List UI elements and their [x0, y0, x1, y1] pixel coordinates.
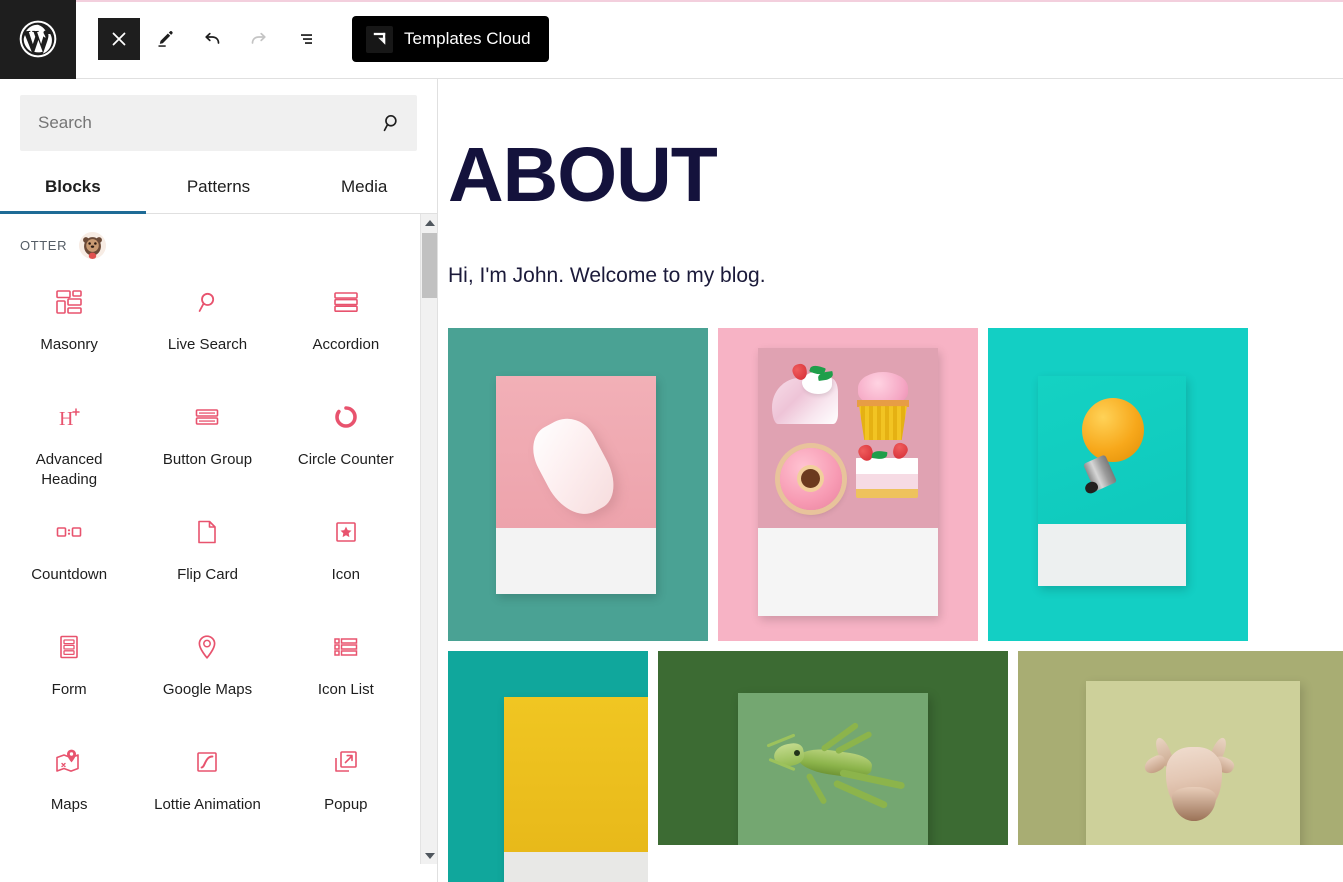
block-label: Circle Counter	[297, 451, 394, 468]
block-item-accordion[interactable]: Accordion	[277, 273, 415, 388]
block-item-icon[interactable]: Icon	[277, 503, 415, 618]
icon-block-icon	[331, 517, 361, 547]
block-label: Maps	[50, 796, 88, 813]
gallery-image-felt-desserts[interactable]	[718, 328, 978, 642]
gallery-image-lightbulb[interactable]	[988, 328, 1248, 642]
accordion-icon	[331, 287, 361, 317]
block-item-masonry[interactable]: Masonry	[0, 273, 138, 388]
templates-cloud-label: Templates Cloud	[404, 29, 531, 48]
lottie-animation-icon	[192, 747, 222, 777]
flip-card-icon	[192, 517, 222, 547]
google-maps-icon	[192, 632, 222, 662]
block-label: Icon	[331, 566, 360, 583]
close-icon	[112, 32, 126, 46]
svg-text:H: H	[59, 408, 73, 430]
block-item-form[interactable]: Form	[0, 618, 138, 733]
block-inserter-panel: Blocks Patterns Media OTTER	[0, 79, 438, 882]
tab-patterns[interactable]: Patterns	[146, 165, 292, 213]
top-accent-line	[76, 0, 1343, 2]
button-group-icon	[192, 402, 222, 432]
block-label: Icon List	[317, 681, 374, 698]
redo-icon	[251, 32, 266, 44]
countdown-icon	[54, 517, 84, 547]
masonry-icon	[54, 287, 84, 317]
block-item-lottie-animation[interactable]: Lottie Animation	[138, 733, 276, 848]
block-label: Form	[51, 681, 87, 698]
block-category-header: OTTER	[0, 214, 437, 265]
block-item-icon-list[interactable]: Icon List	[277, 618, 415, 733]
search-input[interactable]	[20, 95, 417, 151]
block-item-circle-counter[interactable]: Circle Counter	[277, 388, 415, 503]
block-label: Live Search	[167, 336, 248, 353]
block-editor-screen: Templates Cloud Blocks Patterns Media	[0, 0, 1343, 882]
image-gallery-block[interactable]	[448, 328, 1343, 882]
gallery-image-yellow-card[interactable]	[448, 651, 648, 882]
block-label: Button Group	[162, 451, 253, 468]
scroll-up-arrow-icon[interactable]	[421, 214, 437, 231]
maps-icon	[54, 747, 84, 777]
block-label: Google Maps	[162, 681, 253, 698]
tab-blocks[interactable]: Blocks	[0, 165, 146, 214]
list-view-button[interactable]	[284, 17, 328, 61]
wordpress-logo-button[interactable]	[0, 0, 76, 79]
block-item-flip-card[interactable]: Flip Card	[138, 503, 276, 618]
block-label: Popup	[324, 796, 368, 813]
popup-icon	[331, 747, 361, 777]
block-category-title: OTTER	[20, 238, 68, 253]
icon-list-icon	[331, 632, 361, 662]
undo-button[interactable]	[190, 17, 234, 61]
page-intro-paragraph[interactable]: Hi, I'm John. Welcome to my blog.	[448, 264, 1343, 288]
search-box[interactable]	[20, 95, 417, 151]
block-label: Masonry	[40, 336, 98, 353]
page-title[interactable]: ABOUT	[448, 136, 1343, 213]
editor-top-toolbar: Templates Cloud	[0, 0, 1343, 79]
blocks-scroll-area: OTTER Masonry Live Search Accordion H Ad…	[0, 214, 437, 864]
redo-button[interactable]	[237, 17, 281, 61]
gallery-image-grasshopper[interactable]	[658, 651, 1008, 846]
scrollbar-thumb[interactable]	[422, 233, 437, 298]
tab-media[interactable]: Media	[291, 165, 437, 213]
search-section	[0, 79, 437, 159]
pencil-icon	[158, 31, 173, 47]
search-submit-button[interactable]	[381, 112, 403, 134]
edit-button[interactable]	[143, 17, 187, 61]
close-button[interactable]	[98, 18, 140, 60]
form-icon	[54, 632, 84, 662]
block-item-button-group[interactable]: Button Group	[138, 388, 276, 503]
live-search-icon	[192, 287, 222, 317]
block-item-advanced-heading[interactable]: H Advanced Heading	[0, 388, 138, 503]
search-icon	[383, 115, 397, 132]
toolbar-button-group	[76, 17, 328, 61]
block-item-maps[interactable]: Maps	[0, 733, 138, 848]
block-label: Countdown	[31, 566, 108, 583]
templates-cloud-logo-icon	[366, 25, 393, 53]
block-item-google-maps[interactable]: Google Maps	[138, 618, 276, 733]
gallery-image-rose-quartz[interactable]	[448, 328, 708, 642]
block-grid: Masonry Live Search Accordion H Advanced…	[0, 265, 415, 848]
block-item-live-search[interactable]: Live Search	[138, 273, 276, 388]
inserter-scrollbar[interactable]	[420, 214, 437, 864]
inserter-tabs: Blocks Patterns Media	[0, 165, 437, 214]
templates-cloud-button[interactable]: Templates Cloud	[352, 16, 549, 62]
block-label: Accordion	[312, 336, 380, 353]
gallery-image-goat-head[interactable]	[1018, 651, 1343, 846]
circle-counter-icon	[331, 402, 361, 432]
list-view-icon	[301, 34, 312, 44]
block-label: Advanced Heading	[35, 451, 103, 488]
block-item-countdown[interactable]: Countdown	[0, 503, 138, 618]
editor-canvas[interactable]: ABOUT Hi, I'm John. Welcome to my blog.	[439, 79, 1343, 882]
block-label: Lottie Animation	[154, 796, 261, 813]
otter-mascot-avatar	[79, 232, 107, 259]
block-label: Flip Card	[177, 566, 238, 583]
wordpress-logo	[19, 20, 57, 58]
scroll-down-arrow-icon[interactable]	[421, 847, 437, 864]
block-item-popup[interactable]: Popup	[277, 733, 415, 848]
undo-icon	[205, 32, 220, 44]
advanced-heading-icon: H	[54, 402, 84, 432]
